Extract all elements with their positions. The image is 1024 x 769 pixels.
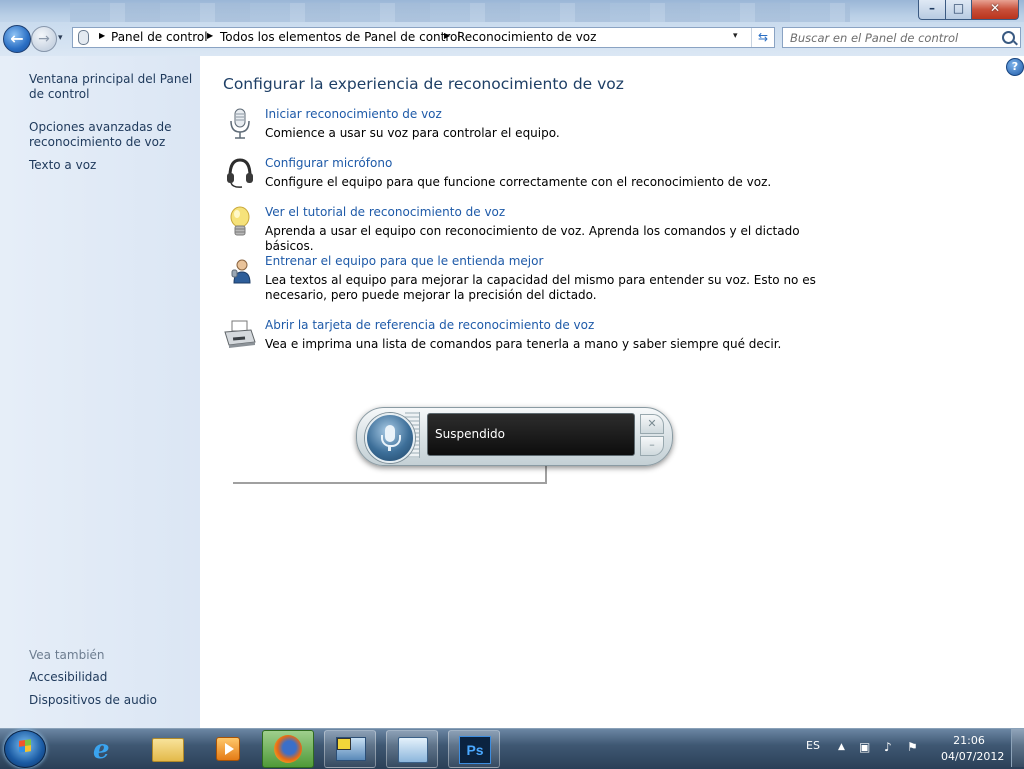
control-panel-icon — [398, 737, 428, 763]
printer-icon — [224, 320, 256, 348]
title-bar-background — [70, 3, 850, 23]
language-indicator[interactable]: ES — [806, 739, 820, 752]
taskbar-computer[interactable] — [324, 730, 376, 768]
widget-minimize-button[interactable]: – — [640, 436, 664, 456]
breadcrumb-arrow-icon[interactable]: ▶ — [444, 31, 450, 40]
microphone-button[interactable] — [365, 413, 415, 463]
taskbar-file-explorer[interactable] — [142, 730, 192, 766]
link-train-computer[interactable]: Entrenar el equipo para que le entienda … — [265, 254, 543, 268]
link-start-speech-recognition[interactable]: Iniciar reconocimiento de voz — [265, 107, 442, 121]
sidebar-link-accessibility[interactable]: Accesibilidad — [29, 670, 194, 685]
sidebar-link-text-to-speech[interactable]: Texto a voz — [29, 158, 194, 173]
link-reference-card[interactable]: Abrir la tarjeta de referencia de recono… — [265, 318, 594, 332]
maximize-button[interactable]: □ — [945, 0, 972, 20]
refresh-button[interactable]: ⇆ — [751, 28, 774, 47]
media-player-icon — [216, 737, 240, 761]
sidebar: Ventana principal del Panel de control O… — [0, 56, 200, 728]
search-placeholder: Buscar en el Panel de control — [790, 31, 959, 45]
show-desktop-button[interactable] — [1011, 729, 1024, 767]
microphone-icon — [230, 108, 250, 139]
widget-shadow-frame — [233, 463, 547, 484]
computer-icon — [336, 737, 366, 761]
action-center-flag-icon[interactable]: ⚑ — [907, 740, 918, 754]
taskbar-firefox[interactable] — [262, 730, 314, 768]
windows-logo-icon — [19, 739, 31, 753]
sidebar-link-audio-devices[interactable]: Dispositivos de audio — [29, 693, 194, 708]
volume-icon[interactable]: ♪ — [884, 740, 892, 754]
breadcrumb-arrow-icon[interactable]: ▶ — [99, 31, 105, 40]
see-also-header: Vea también — [29, 648, 105, 662]
lightbulb-icon — [230, 206, 250, 236]
clock-time: 21:06 — [953, 734, 985, 747]
system-clock[interactable]: 21:06 04/07/2012 — [941, 733, 1005, 765]
address-bar[interactable]: ▶ Panel de control ▶ Todos los elementos… — [72, 27, 775, 48]
address-history-dropdown[interactable]: ▾ — [733, 31, 738, 41]
clock-date: 04/07/2012 — [941, 750, 1005, 763]
breadcrumb-todos-los-elementos[interactable]: Todos los elementos de Panel de control — [220, 30, 461, 44]
task-description: Lea textos al equipo para mejorar la cap… — [265, 273, 816, 302]
user-training-icon — [231, 259, 251, 284]
recent-pages-dropdown[interactable]: ▾ — [58, 33, 63, 43]
sidebar-link-advanced-speech-options[interactable]: Opciones avanzadas de reconocimiento de … — [29, 120, 194, 150]
network-icon[interactable]: ▣ — [859, 740, 870, 754]
taskbar-control-panel[interactable] — [386, 730, 438, 768]
search-icon[interactable] — [1002, 31, 1015, 44]
back-button[interactable]: ← — [3, 25, 31, 53]
taskbar-photoshop[interactable]: Ps — [448, 730, 500, 768]
minimize-button[interactable]: – — [918, 0, 946, 20]
firefox-icon — [274, 735, 302, 763]
show-hidden-icons-icon[interactable]: ▲ — [838, 742, 845, 752]
speech-microphone-icon — [78, 30, 89, 45]
close-button[interactable]: ✕ — [971, 0, 1019, 20]
breadcrumb-arrow-icon[interactable]: ▶ — [207, 31, 213, 40]
start-button[interactable] — [4, 730, 46, 768]
task-description: Vea e imprima una lista de comandos para… — [265, 337, 782, 351]
folder-icon — [152, 738, 184, 762]
microphone-base-icon — [388, 446, 391, 451]
page-title: Configurar la experiencia de reconocimie… — [223, 75, 624, 93]
speech-status-display[interactable]: Suspendido — [427, 413, 635, 456]
microphone-stand-icon — [381, 435, 401, 447]
link-configure-microphone[interactable]: Configurar micrófono — [265, 156, 392, 170]
taskbar-internet-explorer[interactable]: e — [80, 730, 130, 766]
link-speech-tutorial[interactable]: Ver el tutorial de reconocimiento de voz — [265, 205, 505, 219]
task-description: Comience a usar su voz para controlar el… — [265, 126, 560, 140]
taskbar-media-player[interactable] — [203, 730, 253, 766]
headset-icon — [227, 158, 253, 188]
task-description: Configure el equipo para que funcione co… — [265, 175, 772, 189]
widget-close-button[interactable]: ✕ — [640, 414, 664, 434]
search-input[interactable]: Buscar en el Panel de control — [782, 27, 1021, 48]
task-description: Aprenda a usar el equipo con reconocimie… — [265, 224, 800, 253]
breadcrumb-panel-de-control[interactable]: Panel de control — [111, 30, 208, 44]
forward-button[interactable]: → — [31, 26, 57, 52]
speech-recognition-widget[interactable]: Suspendido ✕ – — [356, 407, 673, 466]
speech-status-text: Suspendido — [435, 427, 505, 441]
breadcrumb-reconocimiento-de-voz[interactable]: Reconocimiento de voz — [457, 30, 596, 44]
internet-explorer-icon: e — [93, 735, 110, 765]
help-icon[interactable]: ? — [1006, 58, 1024, 76]
sidebar-link-control-panel-home[interactable]: Ventana principal del Panel de control — [29, 72, 194, 102]
photoshop-icon: Ps — [459, 736, 491, 764]
